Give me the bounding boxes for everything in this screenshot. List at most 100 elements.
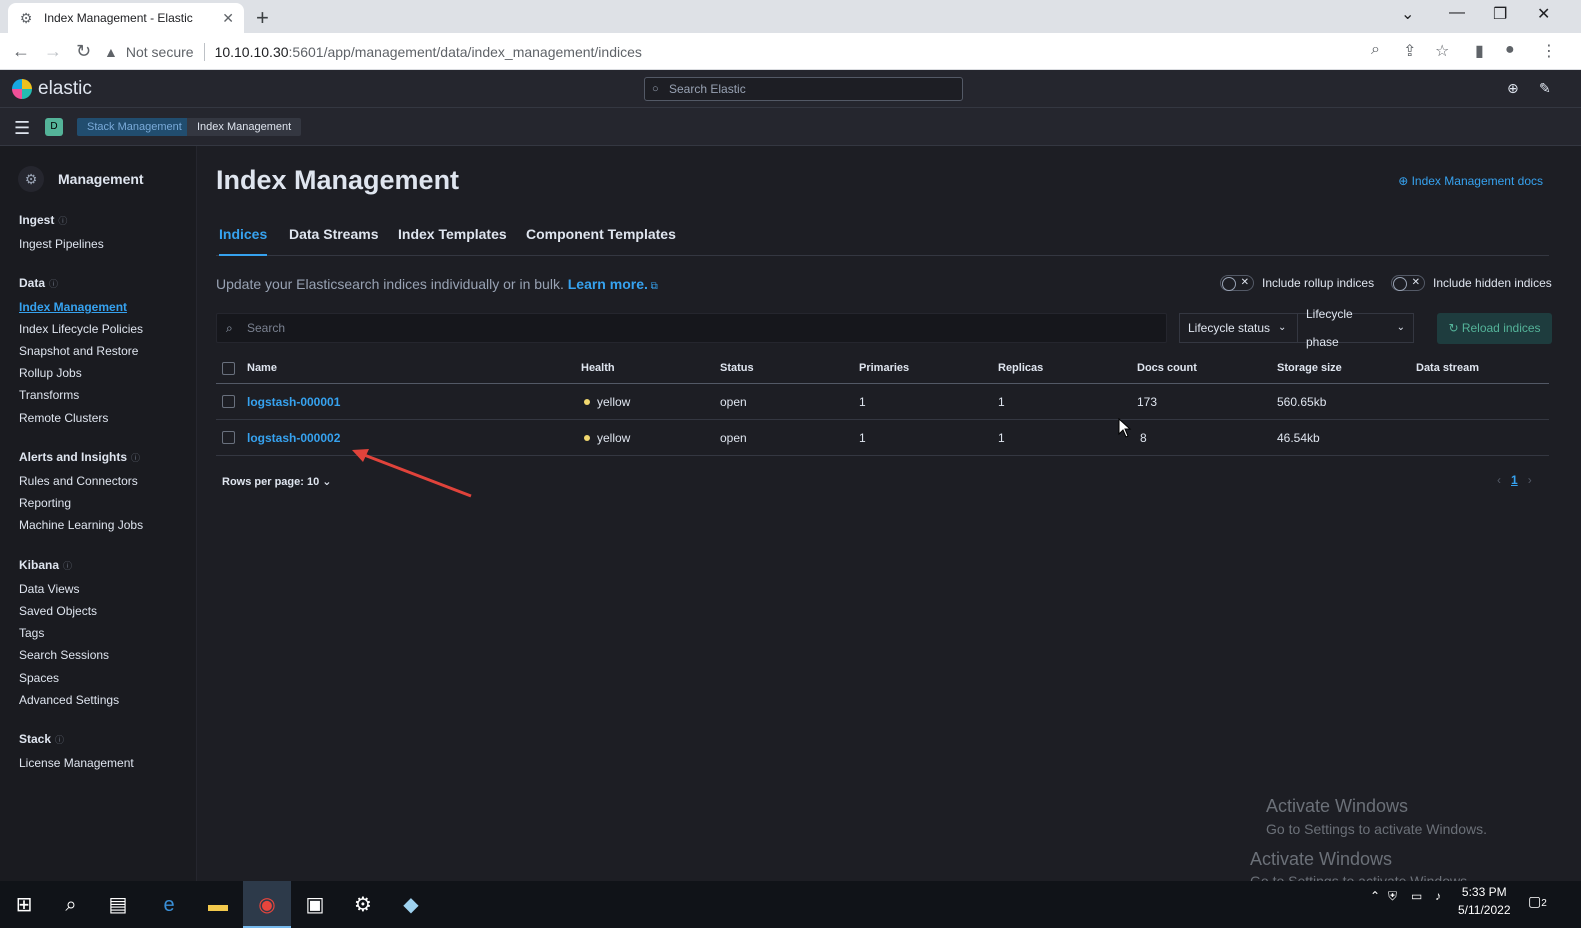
- tab-data-streams[interactable]: Data Streams: [289, 226, 379, 256]
- volume-muted-icon[interactable]: ♪: [1435, 889, 1441, 903]
- tab-indices[interactable]: Indices: [219, 226, 268, 256]
- column-header-health[interactable]: Health: [581, 353, 615, 384]
- health-cell: yellow: [584, 420, 630, 456]
- lifecycle-phase-filter[interactable]: Lifecycle phase ⌄: [1297, 307, 1414, 349]
- sidebar-section-stack: Stack ⓘ: [19, 732, 65, 746]
- news-feed-icon[interactable]: ✎: [1539, 80, 1551, 97]
- sidebar-item-advanced-settings[interactable]: Advanced Settings: [19, 693, 119, 707]
- rollup-switch[interactable]: [1220, 275, 1254, 291]
- learn-more-link[interactable]: Learn more.: [568, 276, 648, 292]
- internet-explorer-icon[interactable]: e: [155, 891, 183, 919]
- elastic-logo-text: elastic: [38, 78, 92, 99]
- tab-index-templates[interactable]: Index Templates: [398, 226, 507, 256]
- sidebar-item-saved-objects[interactable]: Saved Objects: [19, 604, 97, 618]
- bookmark-star-icon[interactable]: ☆: [1435, 41, 1449, 61]
- browser-tab[interactable]: ⚙ Index Management - Elastic ✕: [8, 3, 244, 33]
- notifications-icon[interactable]: ▢2: [1528, 893, 1547, 910]
- column-header-docs-count[interactable]: Docs count: [1137, 353, 1197, 384]
- sidebar-item-snapshot-and-restore[interactable]: Snapshot and Restore: [19, 344, 138, 358]
- windows-start-icon[interactable]: ⊞: [10, 891, 38, 919]
- index-name-link[interactable]: logstash-000001: [247, 384, 340, 420]
- sidebar-item-license-management[interactable]: License Management: [19, 756, 134, 770]
- info-icon: ⓘ: [49, 279, 59, 289]
- sidebar-item-rollup-jobs[interactable]: Rollup Jobs: [19, 366, 82, 380]
- tab-component-templates[interactable]: Component Templates: [526, 226, 676, 256]
- share-icon[interactable]: ⇪: [1403, 41, 1416, 61]
- sidebar-item-index-management[interactable]: Index Management: [19, 300, 127, 314]
- row-checkbox[interactable]: [222, 395, 235, 408]
- space-avatar[interactable]: D: [45, 118, 63, 136]
- settings-gear-icon[interactable]: ⚙: [349, 891, 377, 919]
- primaries-cell: 1: [859, 395, 866, 409]
- help-icon[interactable]: ⊕: [1507, 80, 1519, 97]
- replicas-cell: 1: [998, 395, 1005, 409]
- breadcrumb-stack-management[interactable]: Stack Management: [77, 118, 192, 136]
- column-header-primaries[interactable]: Primaries: [859, 353, 909, 384]
- server-manager-icon[interactable]: ▣: [301, 891, 329, 919]
- task-view-icon[interactable]: ▤: [104, 891, 132, 919]
- global-search-placeholder: Search Elastic: [669, 82, 746, 96]
- sidebar-item-remote-clusters[interactable]: Remote Clusters: [19, 411, 108, 425]
- close-tab-icon[interactable]: ✕: [222, 10, 234, 27]
- maximize-icon[interactable]: ❐: [1493, 4, 1507, 24]
- notepad-icon[interactable]: ◆: [397, 891, 425, 919]
- global-search-input[interactable]: ○ Search Elastic: [644, 77, 963, 101]
- search-icon[interactable]: ⌕: [57, 891, 85, 919]
- clock[interactable]: 5:33 PM 5/11/2022: [1458, 883, 1511, 919]
- lifecycle-status-filter[interactable]: Lifecycle status ⌄: [1179, 313, 1298, 343]
- sidebar-item-index-lifecycle-policies[interactable]: Index Lifecycle Policies: [19, 322, 143, 336]
- browser-tab-title: Index Management - Elastic: [44, 11, 193, 25]
- index-name-link[interactable]: logstash-000002: [247, 420, 340, 456]
- prev-page-icon[interactable]: ‹: [1497, 473, 1501, 487]
- docs-link[interactable]: ⊕ Index Management docs: [1398, 174, 1543, 188]
- close-window-icon[interactable]: ✕: [1537, 4, 1550, 24]
- minimize-icon[interactable]: —: [1449, 4, 1465, 22]
- tab-search-icon[interactable]: ⌄: [1401, 4, 1414, 24]
- sidebar-item-ingest-pipelines[interactable]: Ingest Pipelines: [19, 237, 104, 251]
- column-header-replicas[interactable]: Replicas: [998, 353, 1043, 384]
- back-icon[interactable]: ←: [12, 41, 30, 62]
- reload-icon[interactable]: ↻: [76, 41, 91, 62]
- hidden-switch[interactable]: [1391, 275, 1425, 291]
- column-header-data-stream[interactable]: Data stream: [1416, 353, 1479, 384]
- sidebar-item-reporting[interactable]: Reporting: [19, 496, 71, 510]
- reload-indices-button[interactable]: ↻ Reload indices: [1437, 313, 1552, 344]
- sidebar-item-spaces[interactable]: Spaces: [19, 671, 59, 685]
- rows-per-page-select[interactable]: Rows per page: 10 ⌄: [222, 475, 331, 488]
- url-input[interactable]: ▲ Not secure 10.10.10.30 :5601/app/manag…: [104, 37, 1404, 66]
- side-panel-icon[interactable]: ▮: [1475, 41, 1484, 61]
- activate-windows-title: Activate Windows: [1266, 796, 1409, 816]
- column-header-status[interactable]: Status: [720, 353, 754, 384]
- tray-security-icon[interactable]: ⛨: [1388, 889, 1397, 904]
- storage-size-cell: 46.54kb: [1277, 431, 1320, 445]
- sidebar-item-data-views[interactable]: Data Views: [19, 582, 79, 596]
- page-button-current[interactable]: 1: [1511, 473, 1518, 487]
- docs-count-cell: 8: [1140, 431, 1147, 445]
- sidebar-item-rules-and-connectors[interactable]: Rules and Connectors: [19, 474, 138, 488]
- file-explorer-icon[interactable]: ▬: [204, 891, 232, 919]
- sidebar-item-machine-learning-jobs[interactable]: Machine Learning Jobs: [19, 518, 143, 532]
- new-tab-icon[interactable]: +: [256, 5, 269, 31]
- info-icon: ⓘ: [131, 453, 141, 463]
- sidebar-item-tags[interactable]: Tags: [19, 626, 44, 640]
- chrome-icon[interactable]: ◉: [253, 891, 281, 919]
- info-icon: ⓘ: [58, 216, 68, 226]
- hamburger-menu-icon[interactable]: ☰: [14, 118, 30, 139]
- select-all-checkbox[interactable]: [222, 362, 235, 375]
- indices-search-input[interactable]: ⌕ Search: [216, 313, 1167, 343]
- tray-chevron-icon[interactable]: ⌃: [1370, 889, 1380, 903]
- elastic-logo[interactable]: elastic: [12, 78, 92, 100]
- browser-menu-icon[interactable]: ⋮: [1541, 41, 1557, 61]
- sidebar-item-transforms[interactable]: Transforms: [19, 388, 79, 402]
- row-checkbox[interactable]: [222, 431, 235, 444]
- forward-icon[interactable]: →: [44, 41, 62, 62]
- profile-avatar-icon[interactable]: ●: [1505, 41, 1515, 59]
- network-icon[interactable]: ▭: [1411, 889, 1422, 903]
- include-hidden-toggle[interactable]: Include hidden indices: [1391, 275, 1552, 291]
- zoom-icon[interactable]: ⌕: [1371, 41, 1380, 59]
- sidebar-item-search-sessions[interactable]: Search Sessions: [19, 648, 109, 662]
- next-page-icon[interactable]: ›: [1528, 473, 1532, 487]
- include-rollup-toggle[interactable]: Include rollup indices: [1220, 275, 1374, 291]
- column-header-name[interactable]: Name: [247, 353, 277, 384]
- column-header-storage-size[interactable]: Storage size: [1277, 353, 1342, 384]
